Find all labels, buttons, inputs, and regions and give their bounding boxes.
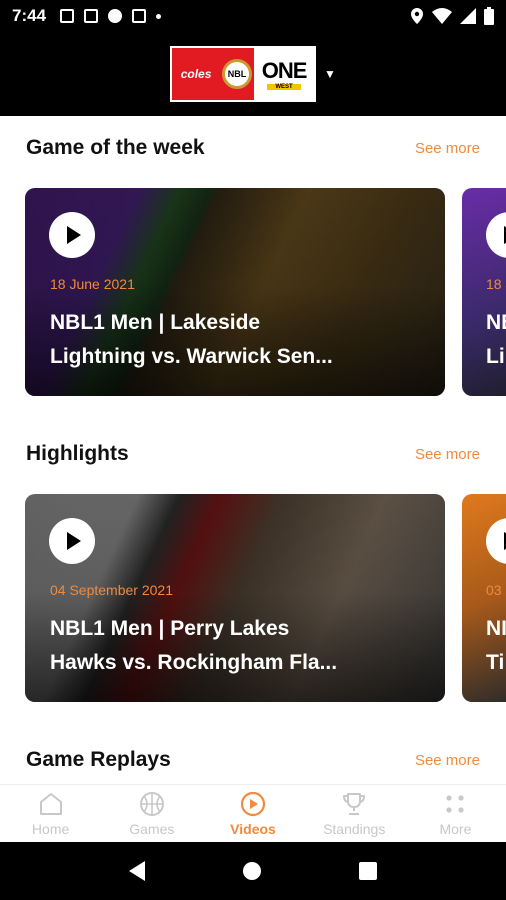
recent-apps-icon[interactable] bbox=[359, 862, 377, 880]
nav-label: Games bbox=[129, 821, 175, 837]
battery-icon bbox=[484, 7, 494, 25]
status-time: 7:44 bbox=[12, 6, 47, 25]
system-status-icons bbox=[410, 7, 494, 25]
signal-icon bbox=[460, 8, 476, 24]
video-title: NBL1 Men | Perry Lakes Hawks vs. Rocking… bbox=[50, 617, 338, 674]
back-icon[interactable] bbox=[129, 861, 145, 881]
section-title: Highlights bbox=[26, 442, 129, 465]
league-logo-selector[interactable]: coles NBL ONE WEST bbox=[170, 46, 317, 102]
play-icon bbox=[67, 226, 81, 244]
dropdown-caret-icon[interactable]: ▼ bbox=[324, 67, 336, 81]
see-more-link[interactable]: See more bbox=[415, 446, 480, 463]
section-title: Game Replays bbox=[26, 748, 171, 771]
nav-item-standings[interactable]: Standings bbox=[304, 785, 405, 842]
video-title: NI Ti bbox=[486, 617, 506, 674]
wifi-icon bbox=[432, 8, 452, 24]
coles-logo: coles bbox=[172, 48, 221, 100]
location-icon bbox=[411, 8, 423, 24]
notification-icon bbox=[84, 9, 99, 23]
nav-item-videos[interactable]: Videos bbox=[202, 785, 303, 842]
one-logo: ONE WEST bbox=[254, 48, 315, 100]
video-card[interactable]: 18 June 2021 NBL1 Men | Lakeside Lightni… bbox=[25, 188, 445, 396]
section-header-highlights: Highlights See more bbox=[26, 442, 480, 466]
video-title: NBL1 Men | Lakeside Lightning vs. Warwic… bbox=[50, 311, 333, 368]
app-header: coles NBL ONE WEST ▼ bbox=[0, 32, 506, 116]
main-content: Game of the week See more 18 June 2021 N… bbox=[0, 116, 506, 784]
nav-label: More bbox=[439, 821, 472, 837]
video-title: NB Li bbox=[486, 311, 506, 368]
home-button-icon[interactable] bbox=[243, 862, 261, 880]
video-date: 03 bbox=[486, 582, 502, 598]
nav-item-more[interactable]: More bbox=[405, 785, 506, 842]
nav-item-home[interactable]: Home bbox=[0, 785, 101, 842]
nav-label: Home bbox=[31, 821, 70, 837]
system-navigation-bar bbox=[0, 842, 506, 900]
bottom-navigation: Home Games Videos Standings More bbox=[0, 784, 506, 842]
play-icon bbox=[67, 532, 81, 550]
play-button[interactable] bbox=[49, 518, 95, 564]
more-notifications-icon bbox=[156, 13, 162, 19]
video-card[interactable]: 04 September 2021 NBL1 Men | Perry Lakes… bbox=[25, 494, 445, 702]
basketball-icon bbox=[139, 792, 164, 816]
nbl-logo: NBL bbox=[220, 48, 255, 100]
video-date: 18 June 2021 bbox=[50, 276, 135, 292]
nav-label: Standings bbox=[323, 821, 386, 837]
west-logo-text: WEST bbox=[267, 84, 301, 90]
nav-item-games[interactable]: Games bbox=[101, 785, 202, 842]
video-date: 18 J bbox=[486, 276, 506, 292]
one-logo-text: ONE bbox=[261, 58, 308, 83]
video-card-peek[interactable]: 18 J NB Li bbox=[462, 188, 506, 396]
notification-icon bbox=[60, 9, 75, 23]
trophy-icon bbox=[343, 793, 366, 815]
notification-icon bbox=[108, 9, 123, 23]
section-title: Game of the week bbox=[26, 136, 205, 159]
see-more-link[interactable]: See more bbox=[415, 752, 480, 769]
video-date: 04 September 2021 bbox=[50, 582, 173, 598]
section-header-game-replays: Game Replays See more bbox=[26, 748, 480, 772]
see-more-link[interactable]: See more bbox=[415, 140, 480, 157]
play-circle-icon bbox=[240, 791, 266, 817]
notification-icon bbox=[132, 9, 147, 23]
video-card-peek[interactable]: 03 NI Ti bbox=[462, 494, 506, 702]
grid-dots-icon bbox=[446, 795, 465, 813]
section-header-game-of-the-week: Game of the week See more bbox=[26, 136, 480, 160]
nbl-logo-text: NBL bbox=[222, 59, 253, 89]
home-icon bbox=[39, 793, 62, 815]
play-button[interactable] bbox=[49, 212, 95, 258]
status-bar: 7:44 bbox=[0, 0, 506, 32]
nav-label: Videos bbox=[230, 821, 276, 837]
notification-icons bbox=[60, 9, 162, 23]
